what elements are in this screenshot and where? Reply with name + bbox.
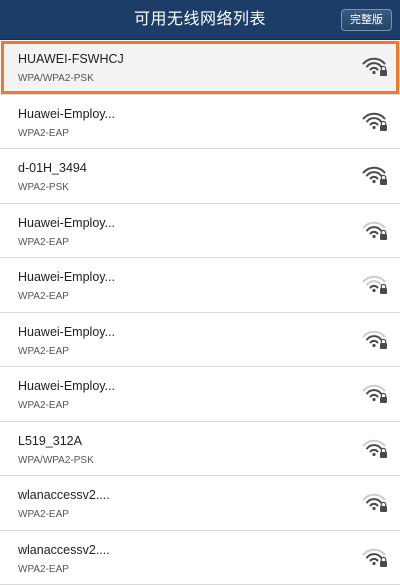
wifi-locked-icon	[362, 55, 388, 77]
page-title: 可用无线网络列表	[0, 0, 400, 40]
network-security: WPA2-EAP	[18, 237, 69, 248]
network-security: WPA2-EAP	[18, 128, 69, 139]
network-row[interactable]: d-01H_3494 WPA2-PSK	[0, 149, 400, 204]
network-security: WPA/WPA2-PSK	[18, 455, 94, 466]
full-version-button[interactable]: 完整版	[341, 9, 392, 31]
network-ssid: L519_312A	[18, 434, 82, 448]
wifi-locked-icon	[362, 164, 388, 186]
wifi-locked-icon	[362, 219, 388, 241]
network-row[interactable]: wlanaccessv2.... WPA2-EAP	[0, 531, 400, 585]
network-ssid: wlanaccessv2....	[18, 543, 110, 557]
wifi-locked-icon	[362, 110, 388, 132]
network-ssid: wlanaccessv2....	[18, 488, 110, 502]
network-row[interactable]: Huawei-Employ... WPA2-EAP	[0, 95, 400, 150]
network-ssid: Huawei-Employ...	[18, 270, 115, 284]
wifi-locked-icon	[362, 382, 388, 404]
network-security: WPA2-EAP	[18, 509, 69, 520]
network-row[interactable]: HUAWEI-FSWHCJ WPA/WPA2-PSK	[0, 40, 400, 95]
network-security: WPA/WPA2-PSK	[18, 73, 94, 84]
network-row[interactable]: Huawei-Employ... WPA2-EAP	[0, 367, 400, 422]
network-security: WPA2-EAP	[18, 291, 69, 302]
network-ssid: Huawei-Employ...	[18, 107, 115, 121]
network-ssid: Huawei-Employ...	[18, 325, 115, 339]
network-row[interactable]: L519_312A WPA/WPA2-PSK	[0, 422, 400, 477]
wifi-locked-icon	[362, 546, 388, 568]
wifi-locked-icon	[362, 328, 388, 350]
wifi-locked-icon	[362, 273, 388, 295]
network-row[interactable]: Huawei-Employ... WPA2-EAP	[0, 258, 400, 313]
network-row[interactable]: Huawei-Employ... WPA2-EAP	[0, 204, 400, 259]
network-ssid: Huawei-Employ...	[18, 379, 115, 393]
network-row[interactable]: Huawei-Employ... WPA2-EAP	[0, 313, 400, 368]
network-row[interactable]: wlanaccessv2.... WPA2-EAP	[0, 476, 400, 531]
network-security: WPA2-EAP	[18, 564, 69, 575]
title-bar: 可用无线网络列表 完整版	[0, 0, 400, 40]
network-ssid: HUAWEI-FSWHCJ	[18, 52, 124, 66]
network-security: WPA2-EAP	[18, 400, 69, 411]
network-ssid: Huawei-Employ...	[18, 216, 115, 230]
network-ssid: d-01H_3494	[18, 161, 87, 175]
wifi-locked-icon	[362, 437, 388, 459]
network-security: WPA2-EAP	[18, 346, 69, 357]
wifi-locked-icon	[362, 491, 388, 513]
network-security: WPA2-PSK	[18, 182, 69, 193]
network-list: HUAWEI-FSWHCJ WPA/WPA2-PSK Huawei-Employ…	[0, 40, 400, 585]
